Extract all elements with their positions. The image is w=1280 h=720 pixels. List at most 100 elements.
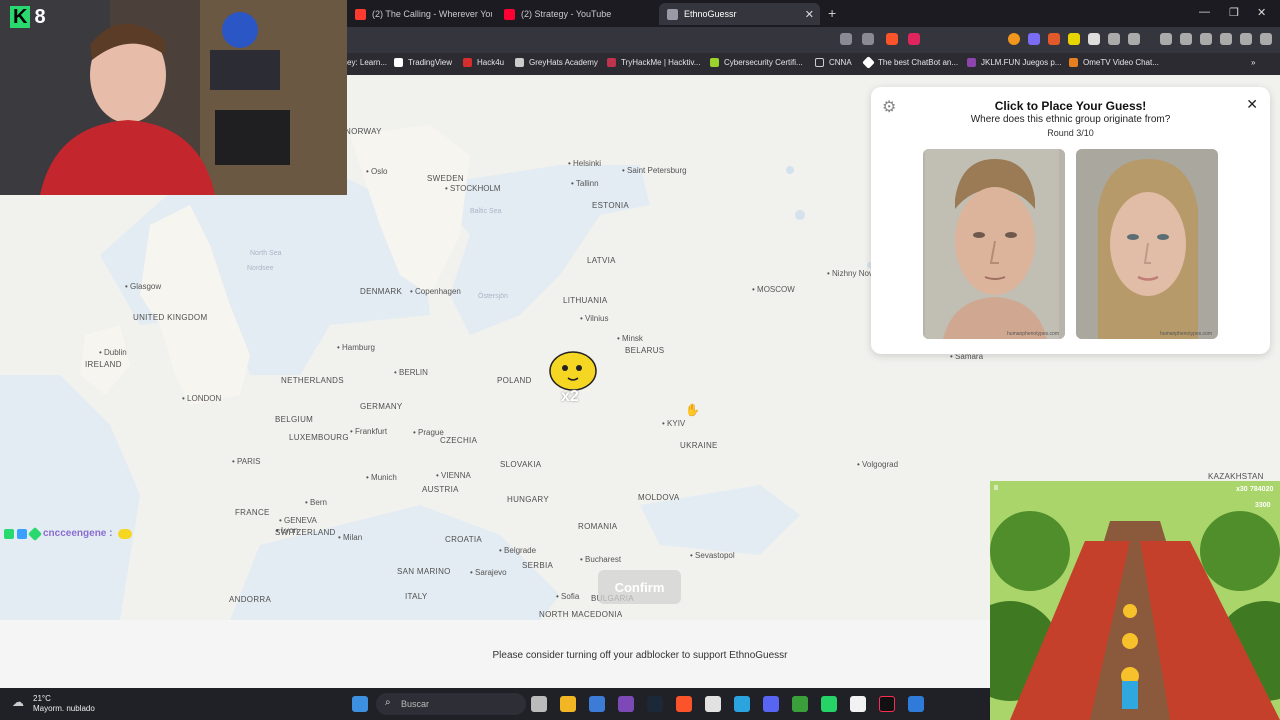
city-label: VIENNA xyxy=(436,471,471,480)
brave-icon[interactable] xyxy=(676,696,692,712)
country-label: DENMARK xyxy=(360,287,403,296)
menu-icon[interactable] xyxy=(1260,33,1272,45)
city-label: Munich xyxy=(366,473,397,482)
bookmark-item[interactable]: TradingView xyxy=(394,58,452,67)
bookmark-folder[interactable]: CNNA xyxy=(815,58,852,67)
city-label: Glasgow xyxy=(125,282,161,291)
vpn-icon[interactable] xyxy=(1240,33,1252,45)
leo-icon[interactable] xyxy=(1220,33,1232,45)
media-icon[interactable] xyxy=(1160,33,1172,45)
country-label: ROMANIA xyxy=(578,522,618,531)
share-icon[interactable] xyxy=(862,33,874,45)
wallet-icon[interactable] xyxy=(1128,33,1140,45)
city-label: Saint Petersburg xyxy=(622,166,687,175)
city-label: Dublin xyxy=(99,348,127,357)
country-label: BELGIUM xyxy=(275,415,314,424)
tab-youtube[interactable]: (2) Strategy - YouTube xyxy=(496,3,656,25)
country-label: LATVIA xyxy=(587,256,616,265)
windows-start-icon[interactable] xyxy=(352,696,368,712)
github-icon[interactable] xyxy=(705,696,721,712)
wallet-icon[interactable] xyxy=(1200,33,1212,45)
image-watermark: humanphenotypes.com xyxy=(1007,331,1059,337)
tab-music[interactable]: (2) The Calling - Wherever You Will G xyxy=(347,3,492,25)
brave-rewards-icon[interactable] xyxy=(908,33,920,45)
bookmark-item[interactable]: Hack4u xyxy=(463,58,504,67)
extension-icon[interactable] xyxy=(1028,33,1040,45)
city-label: Prague xyxy=(413,428,444,437)
country-label: UKRAINE xyxy=(680,441,718,450)
country-label: ANDORRA xyxy=(229,595,272,604)
city-label: KYIV xyxy=(662,419,685,428)
city-label: Milan xyxy=(338,533,362,542)
game-score: 784020 xyxy=(1250,486,1274,493)
country-label: POLAND xyxy=(497,376,532,385)
obsidian-icon[interactable] xyxy=(618,696,634,712)
male-face-image[interactable]: humanphenotypes.com xyxy=(923,149,1065,339)
city-label: Oslo xyxy=(366,167,387,176)
bookmark-item[interactable]: ey: Learn... xyxy=(347,58,387,67)
whatsapp-icon[interactable] xyxy=(821,696,837,712)
bookmark-item[interactable]: OmeTV Video Chat... xyxy=(1069,58,1159,67)
ethnoguessr-icon xyxy=(667,8,678,20)
image-watermark: humanphenotypes.com xyxy=(1160,331,1212,337)
minimize-button[interactable]: — xyxy=(1199,6,1210,18)
vscode-icon[interactable] xyxy=(589,696,605,712)
extension-icon[interactable] xyxy=(1048,33,1060,45)
city-label: Tallinn xyxy=(571,179,599,188)
city-label: Lyon xyxy=(276,526,298,535)
minecraft-icon[interactable] xyxy=(792,696,808,712)
xbox-icon[interactable] xyxy=(850,696,866,712)
extension-icon[interactable] xyxy=(1068,33,1080,45)
extensions-puzzle-icon[interactable] xyxy=(1108,33,1120,45)
youtube-icon xyxy=(355,8,366,20)
extension-icon[interactable] xyxy=(1088,33,1100,45)
city-label: Sarajevo xyxy=(470,568,507,577)
sidebar-icon[interactable] xyxy=(1180,33,1192,45)
extension-icon[interactable] xyxy=(1008,33,1020,45)
brave-shield-icon[interactable] xyxy=(886,33,898,45)
taskbar-search[interactable]: ⌕ Buscar xyxy=(376,693,526,715)
pause-icon[interactable]: II xyxy=(994,485,998,492)
sea-label: North Sea xyxy=(250,250,282,257)
bookmark-item[interactable]: GreyHats Academy xyxy=(515,58,598,67)
country-label: NORWAY xyxy=(345,127,382,136)
discord-icon[interactable] xyxy=(763,696,779,712)
female-face-image[interactable]: humanphenotypes.com xyxy=(1076,149,1218,339)
bookmark-item[interactable]: Cybersecurity Certifi... xyxy=(710,58,803,67)
confirm-button[interactable]: Confirm xyxy=(598,570,681,604)
city-label: Helsinki xyxy=(568,159,601,168)
country-label: SLOVAKIA xyxy=(500,460,542,469)
country-label: CROATIA xyxy=(445,535,483,544)
telegram-icon[interactable] xyxy=(734,696,750,712)
translate-icon[interactable] xyxy=(840,33,852,45)
sea-label: Östersjön xyxy=(478,293,508,300)
guess-pin-marker[interactable]: x2 xyxy=(548,347,598,407)
notepad-icon[interactable] xyxy=(908,696,924,712)
city-label: Bern xyxy=(305,498,327,507)
country-label: NORTH MACEDONIA xyxy=(539,610,623,619)
task-view-icon[interactable] xyxy=(531,696,547,712)
maximize-button[interactable]: ❐ xyxy=(1229,6,1239,19)
country-label: MOLDOVA xyxy=(638,493,680,502)
window-close-button[interactable]: ✕ xyxy=(1257,6,1266,19)
weather-widget[interactable]: 21°C Mayorm. nublado xyxy=(33,694,95,714)
file-explorer-icon[interactable] xyxy=(560,696,576,712)
stream-badge: K8 xyxy=(10,6,46,29)
bookmark-item[interactable]: TryHackMe | Hacktiv... xyxy=(607,58,700,67)
emote-icon xyxy=(118,528,133,539)
bookmarks-overflow-icon[interactable]: » xyxy=(1251,58,1255,67)
city-label: Frankfurt xyxy=(350,427,387,436)
country-label: ITALY xyxy=(405,592,428,601)
guess-panel: ⚙ ✕ Click to Place Your Guess! Where doe… xyxy=(871,87,1270,354)
tiktok-icon[interactable] xyxy=(879,696,895,712)
pin-multiplier-label: x2 xyxy=(561,388,579,405)
country-label: FRANCE xyxy=(235,508,270,517)
country-label: GERMANY xyxy=(360,402,403,411)
new-tab-button[interactable]: + xyxy=(828,5,836,21)
bookmark-item[interactable]: JKLM.FUN Juegos p... xyxy=(967,58,1061,67)
steam-icon[interactable] xyxy=(647,696,663,712)
country-label: KAZAKHSTAN xyxy=(1208,472,1264,481)
tab-ethnoguessr[interactable]: EthnoGuessr ✕ xyxy=(659,3,820,25)
bookmark-item[interactable]: The best ChatBot an... xyxy=(862,56,958,69)
close-tab-icon[interactable]: ✕ xyxy=(805,8,814,21)
